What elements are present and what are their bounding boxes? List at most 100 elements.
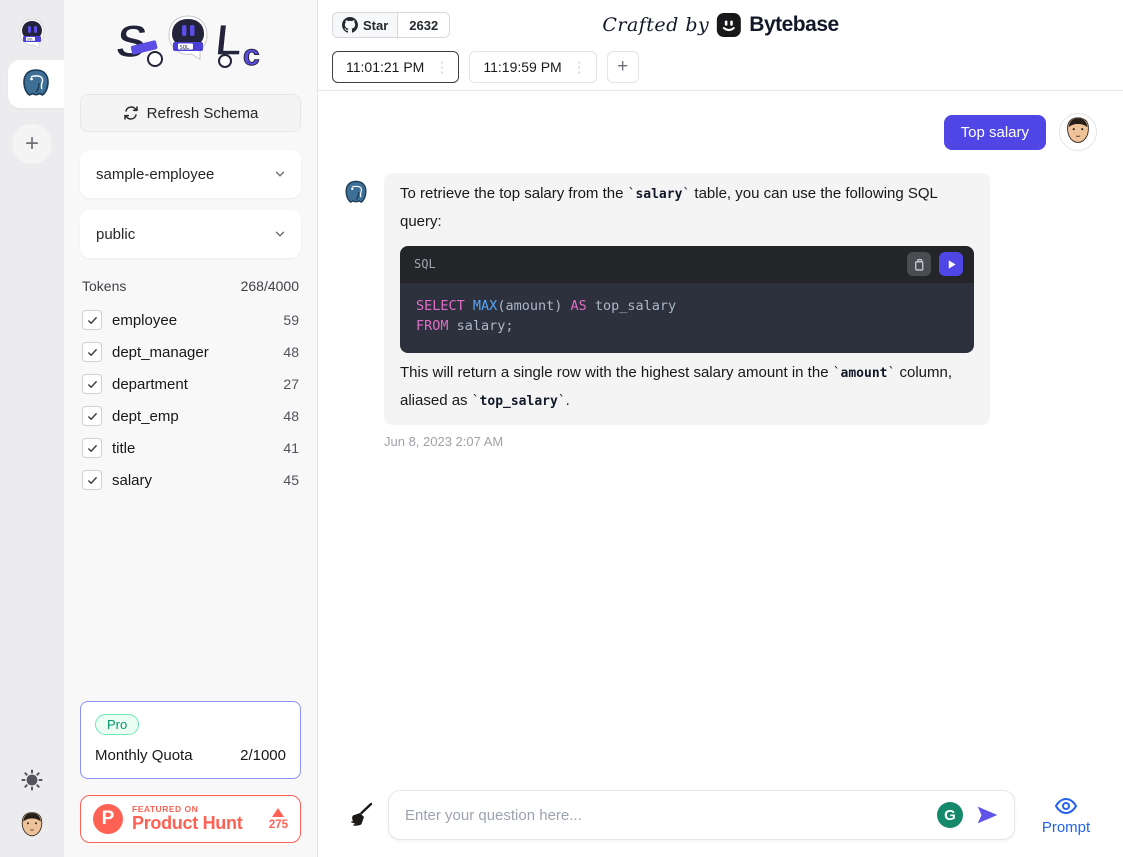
user-message-row: Top salary (342, 113, 1097, 151)
chat-area: Top salary (318, 91, 1123, 790)
prompt-button[interactable]: Prompt (1029, 794, 1103, 836)
user-profile-avatar[interactable] (16, 809, 48, 843)
chevron-down-icon (273, 167, 287, 181)
svg-text:S: S (112, 15, 150, 67)
table-row: department 27 (80, 368, 301, 400)
tab-menu-icon[interactable]: ⋮ (431, 58, 452, 76)
svg-text:c: c (243, 39, 260, 71)
schema-select-value: public (96, 226, 135, 243)
table-token-count: 41 (283, 440, 299, 456)
grammarly-icon[interactable]: G (937, 802, 963, 828)
table-checkbox[interactable] (82, 438, 102, 458)
table-row: dept_emp 48 (80, 400, 301, 432)
crafted-by-brand: Crafted by Bytebase (602, 12, 838, 38)
table-row: salary 45 (80, 464, 301, 496)
quota-value: 2/1000 (240, 747, 286, 764)
eye-icon (1053, 794, 1079, 818)
product-hunt-badge[interactable]: P FEATURED ON Product Hunt 275 (80, 795, 301, 843)
bot-intro-text: To retrieve the top salary from the sala… (400, 185, 937, 230)
copy-code-button[interactable] (907, 252, 931, 276)
svg-text:SQL: SQL (27, 38, 34, 42)
product-hunt-name: Product Hunt (132, 814, 260, 833)
table-name: dept_emp (112, 408, 273, 425)
bot-message-bubble: To retrieve the top salary from the sala… (384, 173, 990, 425)
send-icon[interactable] (975, 804, 999, 826)
table-row: title 41 (80, 432, 301, 464)
crafted-by-label: Crafted by (602, 14, 709, 36)
clear-conversation-broom-icon[interactable] (348, 802, 374, 828)
main-header: Star 2632 Crafted by Bytebase (318, 0, 1123, 91)
table-token-count: 45 (283, 472, 299, 488)
sqlchat-logo: S SQL L c (80, 0, 301, 80)
table-name: dept_manager (112, 344, 273, 361)
main-panel: Star 2632 Crafted by Bytebase (318, 0, 1123, 857)
table-name: employee (112, 312, 273, 329)
svg-text:SQL: SQL (179, 45, 189, 51)
table-checkbox[interactable] (82, 310, 102, 330)
table-token-count: 27 (283, 376, 299, 392)
refresh-schema-button[interactable]: Refresh Schema (80, 94, 301, 132)
message-timestamp: Jun 8, 2023 2:07 AM (384, 434, 990, 449)
pro-quota-card: Pro Monthly Quota 2/1000 (80, 701, 301, 779)
chevron-down-icon (273, 227, 287, 241)
upvote-triangle-icon (272, 808, 284, 817)
tab-conversation-1[interactable]: 11:01:21 PM ⋮ (332, 51, 459, 83)
conversation-item-assistant[interactable]: SQL (8, 12, 56, 60)
tokens-label: Tokens (82, 278, 126, 294)
table-token-count: 59 (283, 312, 299, 328)
postgres-icon (19, 67, 53, 101)
tab-label: 11:01:21 PM (346, 59, 424, 75)
run-query-button[interactable] (939, 252, 963, 276)
code-content: SELECT MAX(amount) AS top_salaryFROM sal… (400, 283, 974, 354)
table-row: employee 59 (80, 304, 301, 336)
conversation-item-active[interactable] (8, 60, 64, 108)
tokens-summary: Tokens 268/4000 (80, 278, 301, 294)
table-name: salary (112, 472, 273, 489)
table-token-count: 48 (283, 344, 299, 360)
prompt-label: Prompt (1042, 819, 1090, 836)
product-hunt-votes: 275 (269, 808, 288, 831)
product-hunt-icon: P (93, 804, 123, 834)
bot-message-row: To retrieve the top salary from the sala… (342, 173, 1097, 449)
database-select-value: sample-employee (96, 166, 214, 183)
table-list: employee 59 dept_manager 48 department 27 dept… (80, 304, 301, 496)
bytebase-logo-icon (716, 12, 742, 38)
question-input[interactable] (388, 790, 1015, 840)
star-label: Star (363, 18, 388, 33)
sqlchat-bot-icon: SQL (13, 15, 51, 57)
table-name: title (112, 440, 273, 457)
quota-label: Monthly Quota (95, 747, 193, 764)
table-checkbox[interactable] (82, 374, 102, 394)
add-tab-button[interactable]: + (607, 51, 639, 83)
bot-outro-text: This will return a single row with the h… (400, 364, 952, 409)
database-select[interactable]: sample-employee (80, 150, 301, 198)
star-count: 2632 (398, 13, 449, 37)
table-row: dept_manager 48 (80, 336, 301, 368)
tab-menu-icon[interactable]: ⋮ (569, 58, 590, 76)
tab-conversation-2[interactable]: 11:19:59 PM ⋮ (469, 51, 596, 83)
conversation-tabs: 11:01:21 PM ⋮ 11:19:59 PM ⋮ + (332, 51, 1109, 90)
table-checkbox[interactable] (82, 342, 102, 362)
refresh-schema-label: Refresh Schema (147, 105, 259, 122)
postgres-avatar-icon (342, 179, 370, 207)
tokens-value: 268/4000 (241, 278, 299, 294)
table-checkbox[interactable] (82, 406, 102, 426)
user-avatar (1059, 113, 1097, 151)
schema-select[interactable]: public (80, 210, 301, 258)
table-checkbox[interactable] (82, 470, 102, 490)
code-language-label: SQL (414, 253, 436, 275)
table-token-count: 48 (283, 408, 299, 424)
composer: G Prompt (318, 790, 1123, 857)
new-conversation-button[interactable]: + (12, 124, 52, 164)
pro-badge: Pro (95, 714, 139, 735)
github-star-button[interactable]: Star 2632 (332, 12, 450, 38)
conversation-rail: SQL + (0, 0, 64, 857)
table-name: department (112, 376, 273, 393)
brand-name: Bytebase (749, 13, 838, 37)
sql-code-block: SQL SELECT MAX(amount) AS top_salaryFRO (400, 246, 974, 354)
tab-label: 11:19:59 PM (483, 59, 561, 75)
theme-toggle-sun-icon[interactable] (21, 769, 43, 791)
product-hunt-vote-count: 275 (269, 819, 288, 831)
refresh-icon (123, 105, 139, 121)
user-message-bubble: Top salary (944, 115, 1046, 150)
